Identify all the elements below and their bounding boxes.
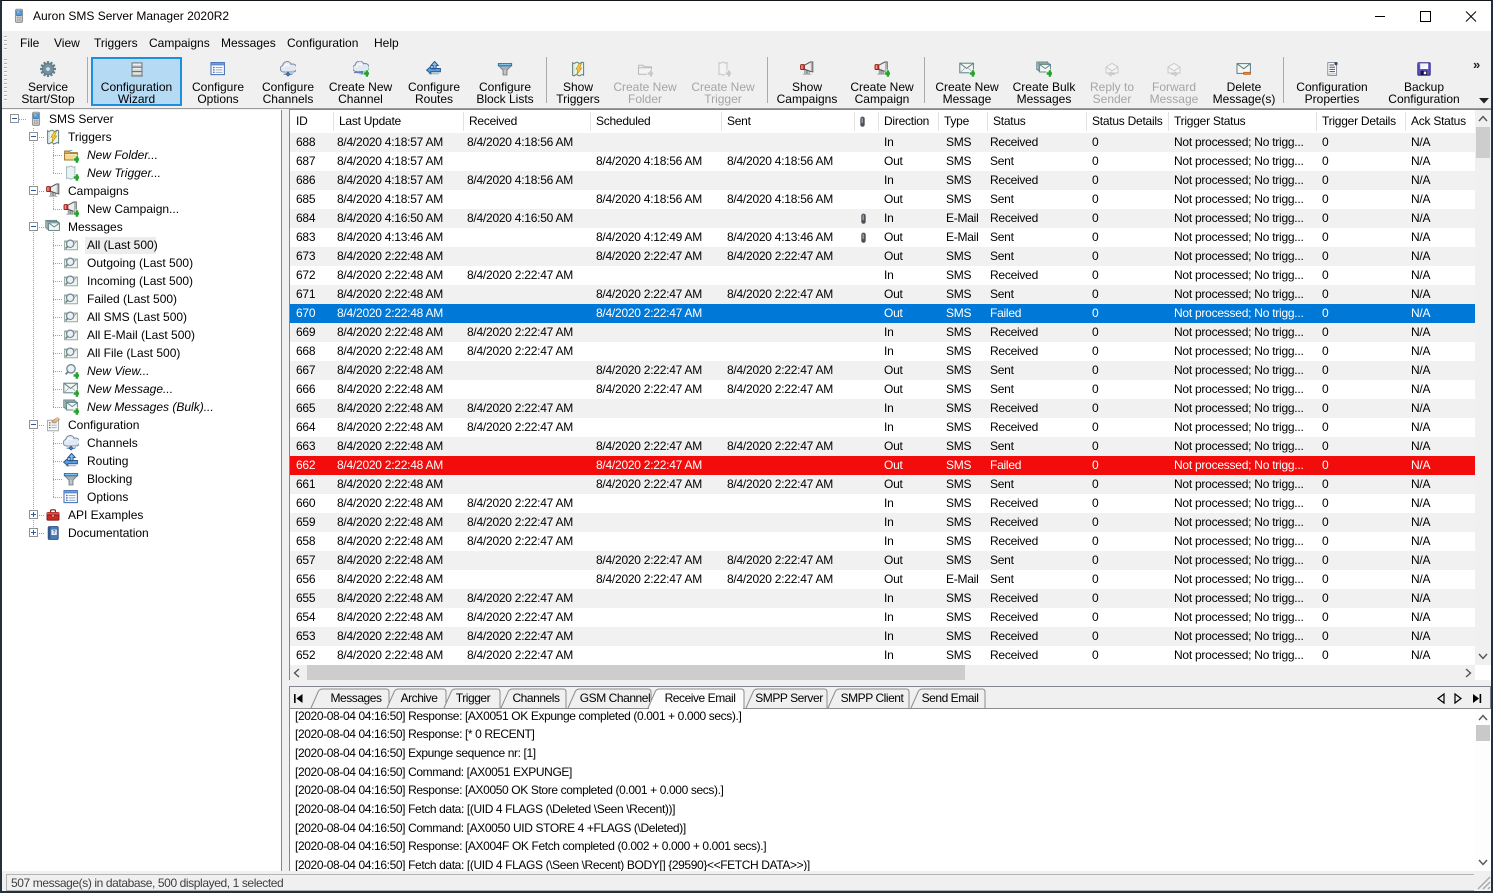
svg-text:Messages: Messages: [330, 691, 382, 705]
svg-text:SMPP Server: SMPP Server: [755, 691, 823, 705]
svg-text:GSM Channel: GSM Channel: [580, 691, 650, 705]
svg-text:Trigger: Trigger: [456, 691, 491, 705]
svg-text:SMPP Client: SMPP Client: [841, 691, 905, 705]
svg-text:Receive Email: Receive Email: [665, 691, 736, 705]
svg-text:Archive: Archive: [401, 691, 439, 705]
svg-text:Send Email: Send Email: [922, 691, 979, 705]
svg-text:Channels: Channels: [512, 691, 560, 705]
